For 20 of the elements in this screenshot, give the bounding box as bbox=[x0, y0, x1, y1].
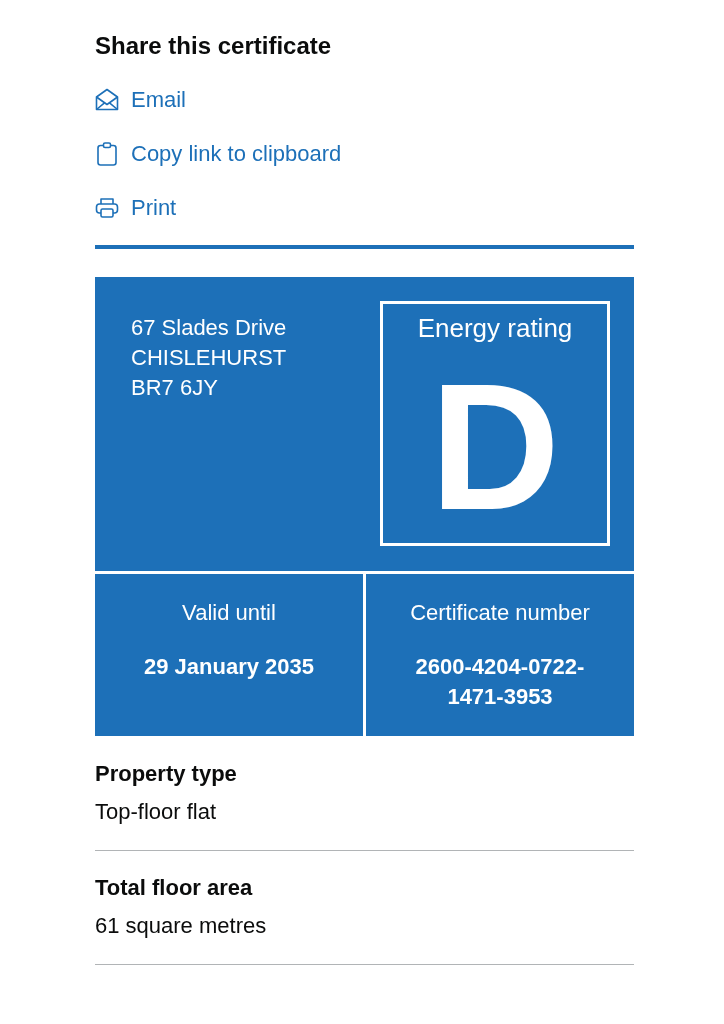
email-link[interactable]: Email bbox=[95, 85, 186, 115]
detail-value: 2600-4204-0722-1471-3953 bbox=[414, 653, 586, 711]
summary-value: 61 square metres bbox=[95, 912, 268, 940]
summary-label: Total floor area bbox=[95, 874, 254, 902]
detail-value: 29 January 2035 bbox=[144, 653, 314, 681]
address-line: CHISLEHURST bbox=[131, 344, 287, 372]
summary-value: Top-floor flat bbox=[95, 798, 218, 826]
summary-label: Property type bbox=[95, 760, 238, 788]
printer-icon bbox=[95, 196, 119, 220]
detail-label: Certificate number bbox=[410, 599, 590, 627]
energy-rating-letter: D bbox=[430, 371, 560, 522]
energy-rating-label: Energy rating bbox=[417, 312, 573, 344]
detail-label: Valid until bbox=[182, 599, 276, 627]
print-link[interactable]: Print bbox=[95, 193, 177, 223]
copy-link-button[interactable]: Copy link to clipboard bbox=[95, 139, 342, 169]
envelope-icon bbox=[95, 88, 119, 112]
address-line: BR7 6JY bbox=[131, 374, 219, 402]
address-line: 67 Slades Drive bbox=[131, 314, 287, 342]
clipboard-icon bbox=[95, 142, 119, 166]
share-heading: Share this certificate bbox=[95, 31, 333, 61]
